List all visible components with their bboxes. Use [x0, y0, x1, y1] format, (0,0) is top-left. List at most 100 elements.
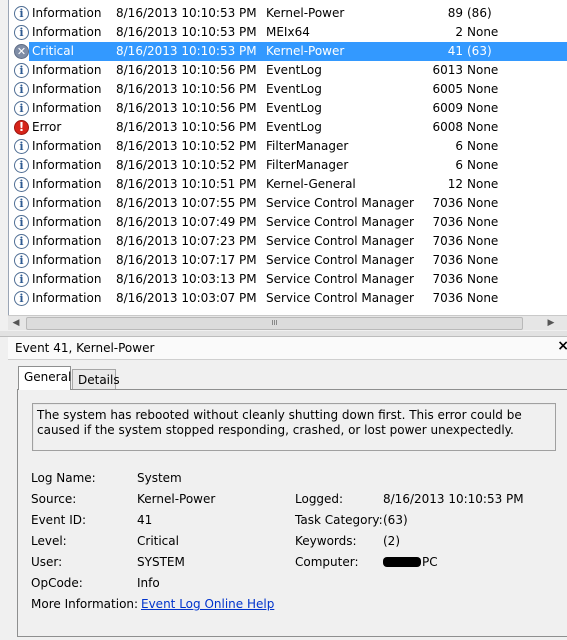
source-cell: Kernel-Power [266, 44, 345, 58]
event-row[interactable]: i Information 8/16/2013 10:10:52 PM FilterM… [9, 156, 567, 175]
info-icon: i [14, 82, 29, 97]
event-row[interactable]: i Information 8/16/2013 10:10:51 PM Kernel-… [9, 175, 567, 194]
event-row[interactable]: i Information 8/16/2013 10:07:23 PM Service… [9, 232, 567, 251]
event-id-cell: 7036 [432, 234, 463, 248]
event-id-cell: 2 [455, 25, 463, 39]
tab-details[interactable]: Details [72, 369, 120, 389]
source-cell: FilterManager [266, 139, 349, 153]
event-id-cell: 6009 [432, 101, 463, 115]
task-category-label: Task Category: [295, 513, 383, 527]
event-id-cell: 6005 [432, 82, 463, 96]
event-row[interactable]: i Information 8/16/2013 10:10:52 PM FilterM… [9, 137, 567, 156]
event-list[interactable]: i Information 8/16/2013 10:10:53 PM Kernel-… [8, 0, 567, 315]
user-value[interactable]: SYSTEM [137, 555, 185, 569]
level-cell: Information [32, 82, 102, 96]
event-row[interactable]: i Information 8/16/2013 10:03:07 PM Service… [9, 289, 567, 308]
info-icon: i [14, 215, 29, 230]
scrollbar-thumb[interactable]: III [26, 317, 523, 330]
event-row[interactable]: i Information 8/16/2013 10:10:56 PM EventLo… [9, 80, 567, 99]
level-cell: Information [32, 234, 102, 248]
event-id-cell: 7036 [432, 215, 463, 229]
event-id-cell: 6008 [432, 120, 463, 134]
event-log-online-help-link[interactable]: Event Log Online Help [141, 597, 274, 611]
date-cell: 8/16/2013 10:10:51 PM [116, 177, 257, 191]
task-category-cell: None [467, 101, 499, 115]
info-icon: i [14, 196, 29, 211]
event-row[interactable]: ! Error 8/16/2013 10:10:56 PM EventLog 6008 N… [9, 118, 567, 137]
info-icon: i [14, 272, 29, 287]
source-label: Source: [31, 492, 77, 506]
date-cell: 8/16/2013 10:10:56 PM [116, 101, 257, 115]
date-cell: 8/16/2013 10:10:56 PM [116, 63, 257, 77]
source-cell: Service Control Manager [266, 234, 414, 248]
tab-general[interactable]: General [18, 366, 71, 390]
level-value[interactable]: Critical [137, 534, 179, 548]
event-id-cell: 7036 [432, 253, 463, 267]
level-cell: Information [32, 101, 102, 115]
source-cell: EventLog [266, 82, 322, 96]
date-cell: 8/16/2013 10:10:53 PM [116, 6, 257, 20]
task-category-cell: None [467, 63, 499, 77]
source-cell: EventLog [266, 120, 322, 134]
task-category-cell: None [467, 158, 499, 172]
info-icon: i [14, 234, 29, 249]
event-row[interactable]: i Information 8/16/2013 10:03:13 PM Service… [9, 270, 567, 289]
task-category-cell: None [467, 215, 499, 229]
opcode-value[interactable]: Info [137, 576, 160, 590]
info-icon: i [14, 25, 29, 40]
scroll-left-icon[interactable]: ◀ [8, 316, 24, 330]
date-cell: 8/16/2013 10:03:07 PM [116, 291, 257, 305]
event-row[interactable]: ✕ Critical 8/16/2013 10:10:53 PM Kernel-Pow… [9, 42, 567, 61]
event-row[interactable]: i Information 8/16/2013 10:10:56 PM EventLo… [9, 61, 567, 80]
date-cell: 8/16/2013 10:07:49 PM [116, 215, 257, 229]
task-category-cell: None [467, 272, 499, 286]
source-cell: Service Control Manager [266, 215, 414, 229]
scroll-right-icon[interactable]: ▶ [543, 316, 559, 330]
date-cell: 8/16/2013 10:07:55 PM [116, 196, 257, 210]
event-id-cell: 6013 [432, 63, 463, 77]
event-row[interactable]: i Information 8/16/2013 10:07:55 PM Service… [9, 194, 567, 213]
level-cell: Critical [32, 44, 74, 58]
event-message[interactable]: The system has rebooted without cleanly … [32, 403, 556, 451]
close-icon[interactable]: × [557, 338, 567, 354]
detail-pane: General Details The system has rebooted … [8, 360, 567, 640]
source-cell: Service Control Manager [266, 291, 414, 305]
level-cell: Information [32, 6, 102, 20]
event-id-cell: 41 [447, 44, 463, 58]
level-cell: Information [32, 291, 102, 305]
source-cell: MEIx64 [266, 25, 310, 39]
info-icon: i [14, 63, 29, 78]
date-cell: 8/16/2013 10:07:23 PM [116, 234, 257, 248]
critical-icon: ✕ [14, 44, 29, 59]
task-category-cell: None [467, 291, 499, 305]
source-value[interactable]: Kernel-Power [137, 492, 215, 506]
event-row[interactable]: i Information 8/16/2013 10:07:49 PM Service… [9, 213, 567, 232]
date-cell: 8/16/2013 10:03:13 PM [116, 272, 257, 286]
event-row[interactable]: i Information 8/16/2013 10:10:53 PM MEIx64 2… [9, 23, 567, 42]
log-name-value[interactable]: System [137, 471, 182, 485]
detail-title: Event 41, Kernel-Power [15, 341, 155, 355]
level-cell: Information [32, 215, 102, 229]
event-id-cell: 7036 [432, 272, 463, 286]
event-row[interactable]: i Information 8/16/2013 10:07:17 PM Service… [9, 251, 567, 270]
level-cell: Information [32, 177, 102, 191]
date-cell: 8/16/2013 10:10:52 PM [116, 158, 257, 172]
log-name-label: Log Name: [31, 471, 96, 485]
more-info-label: More Information: [31, 597, 139, 611]
task-category-cell: None [467, 25, 499, 39]
computer-value[interactable]: PC [383, 555, 438, 569]
logged-value[interactable]: 8/16/2013 10:10:53 PM [383, 492, 524, 506]
error-icon: ! [14, 120, 29, 135]
date-cell: 8/16/2013 10:10:56 PM [116, 120, 257, 134]
source-cell: EventLog [266, 63, 322, 77]
event-id-value[interactable]: 41 [137, 513, 152, 527]
task-category-value[interactable]: (63) [383, 513, 408, 527]
horizontal-scrollbar[interactable]: ◀ III ▶ [8, 315, 567, 330]
date-cell: 8/16/2013 10:10:53 PM [116, 44, 257, 58]
source-cell: Service Control Manager [266, 272, 414, 286]
redaction-mark [383, 557, 421, 567]
event-row[interactable]: i Information 8/16/2013 10:10:53 PM Kernel-… [9, 4, 567, 23]
keywords-value[interactable]: (2) [383, 534, 400, 548]
event-row[interactable]: i Information 8/16/2013 10:10:56 PM EventLo… [9, 99, 567, 118]
general-tab-panel: The system has rebooted without cleanly … [17, 389, 567, 637]
